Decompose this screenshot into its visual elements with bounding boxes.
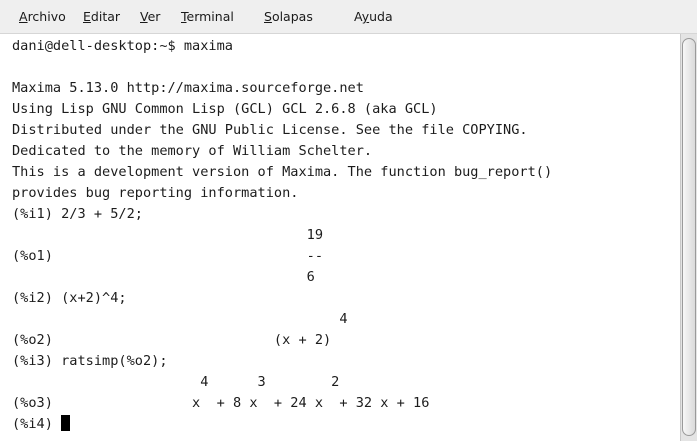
terminal-line: This is a development version of Maxima.… bbox=[12, 164, 553, 180]
terminal-line: dani@dell-desktop:~$ maxima bbox=[12, 38, 233, 54]
terminal-prompt-line: (%i4) bbox=[12, 414, 71, 435]
vertical-scrollbar[interactable] bbox=[680, 34, 697, 441]
terminal-line: (%i3) ratsimp(%o2); bbox=[12, 353, 168, 369]
terminal-line: (%o1) -- bbox=[12, 248, 323, 264]
terminal-line: (%i2) (x+2)^4; bbox=[12, 290, 127, 306]
terminal-line: provides bug reporting information. bbox=[12, 185, 299, 201]
scrollbar-thumb[interactable] bbox=[682, 38, 696, 436]
menu-editar[interactable]: Editar bbox=[83, 9, 120, 25]
terminal-window: Archivo Editar Ver Terminal Solapas Ayud… bbox=[0, 0, 697, 441]
terminal-line: 4 3 2 bbox=[12, 374, 340, 390]
terminal-line: (%o3) x + 8 x + 24 x + 32 x + 16 bbox=[12, 395, 430, 411]
terminal-line: (%i1) 2/3 + 5/2; bbox=[12, 206, 143, 222]
menu-terminal[interactable]: Terminal bbox=[181, 9, 234, 25]
terminal-line: 19 bbox=[12, 227, 323, 243]
menu-ayuda[interactable]: Ayuda bbox=[354, 9, 393, 25]
terminal-line: 6 bbox=[12, 269, 315, 285]
terminal-line: Dedicated to the memory of William Schel… bbox=[12, 143, 373, 159]
text-cursor bbox=[61, 415, 71, 431]
terminal-line: Using Lisp GNU Common Lisp (GCL) GCL 2.6… bbox=[12, 101, 438, 117]
prompt-text: (%i4) bbox=[12, 416, 62, 432]
menu-archivo[interactable]: Archivo bbox=[19, 9, 66, 25]
terminal-line: Distributed under the GNU Public License… bbox=[12, 122, 528, 138]
menu-ver[interactable]: Ver bbox=[140, 9, 160, 25]
menu-bar: Archivo Editar Ver Terminal Solapas Ayud… bbox=[0, 0, 697, 34]
terminal-line: 4 bbox=[12, 311, 348, 327]
menu-solapas[interactable]: Solapas bbox=[264, 9, 313, 25]
terminal-line: Maxima 5.13.0 http://maxima.sourceforge.… bbox=[12, 80, 364, 96]
terminal-output[interactable]: dani@dell-desktop:~$ maxima Maxima 5.13.… bbox=[0, 34, 680, 441]
terminal-line: (%o2) (x + 2) bbox=[12, 332, 332, 348]
